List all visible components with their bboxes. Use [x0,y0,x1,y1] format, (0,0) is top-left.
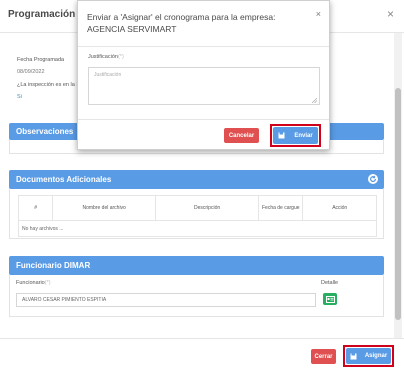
dialog-footer: Cancelar Enviar [78,119,329,150]
col-numero: # [17,195,54,221]
justificacion-label-text: Justificación [88,54,118,60]
save-icon [278,132,285,139]
documentos-title: Documentos Adicionales [16,175,112,184]
enviar-button[interactable]: Enviar [273,127,318,144]
close-icon[interactable]: × [387,7,394,21]
funcionario-content: Funcionario(*) ALVARO CESAR PIMIENTO ESP… [9,275,384,317]
documentos-header: Documentos Adicionales [9,170,384,189]
modal-footer: Cerrar Asignar [0,338,404,372]
justificacion-label: Justificación(*) [88,54,124,60]
col-accion: Acción [302,195,377,221]
justificacion-textarea[interactable]: Justificación [88,67,320,105]
asignar-button[interactable]: Asignar [346,348,391,364]
detalle-button[interactable] [323,293,337,305]
documentos-table: # Nombre del archivo Descripción Fecha d… [17,195,377,237]
dialog-body: Justificación(*) Justificación [78,47,329,119]
enviar-label: Enviar [294,132,313,139]
funcionario-title: Funcionario DIMAR [16,261,91,270]
id-card-icon [325,295,335,303]
resize-icon [312,98,317,103]
refresh-icon[interactable] [368,174,378,184]
required-mark: (*) [117,54,124,60]
dialog-title: Enviar a 'Asignar' el cronograma para la… [87,12,276,34]
inspeccion-label: ¿La inspección es en la Se [17,82,84,88]
save-icon [350,353,357,359]
asignar-label: Asignar [364,353,388,359]
fecha-programada-label: Fecha Programada [17,57,65,63]
col-descripcion: Descripción [155,195,260,221]
fecha-programada-value: 08/09/2022 [17,69,45,75]
inspeccion-value: Si [17,94,22,100]
required-mark: (*) [44,280,51,286]
cancelar-label: Cancelar [228,132,255,139]
funcionario-label-text: Funcionario [16,280,45,286]
col-fecha-cargue: Fecha de cargue [258,195,304,221]
col-nombre-archivo: Nombre del archivo [52,195,157,221]
funcionario-value: ALVARO CESAR PIMIENTO ESPITIA [22,297,107,303]
funcionario-header: Funcionario DIMAR [9,256,384,275]
enviar-asignar-dialog: Enviar a 'Asignar' el cronograma para la… [77,0,330,150]
table-row: No hay archivos ... [18,220,377,237]
close-icon[interactable]: × [316,9,321,19]
modal-scrollbar[interactable] [394,33,402,338]
cerrar-button[interactable]: Cerrar [311,349,336,364]
justificacion-placeholder: Justificación [94,72,122,78]
detalle-label: Detalle [321,280,339,286]
cerrar-label: Cerrar [314,353,333,360]
documentos-content: # Nombre del archivo Descripción Fecha d… [9,189,384,239]
dialog-header: Enviar a 'Asignar' el cronograma para la… [78,1,329,47]
empty-message: No hay archivos ... [18,220,377,237]
funcionario-label: Funcionario(*) [16,280,51,286]
funcionario-input[interactable]: ALVARO CESAR PIMIENTO ESPITIA [16,293,316,307]
observaciones-title: Observaciones [16,127,74,136]
cancelar-button[interactable]: Cancelar [224,128,259,143]
scrollbar-thumb[interactable] [395,88,401,320]
